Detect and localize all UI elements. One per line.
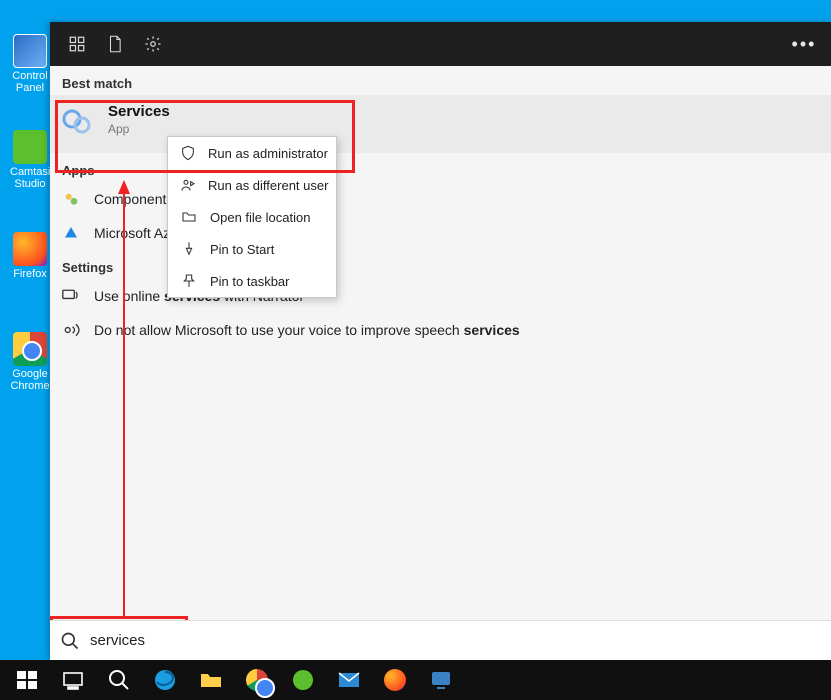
desktop-icon-control-panel[interactable]: Control Panel <box>10 34 50 94</box>
services-icon <box>60 105 94 139</box>
ellipsis-icon: ••• <box>792 34 817 55</box>
panel-filter-documents-button[interactable] <box>96 25 134 63</box>
task-view-icon <box>61 668 85 692</box>
firefox-icon <box>13 232 47 266</box>
desktop-icon-label: Control Panel <box>10 70 50 94</box>
taskbar-edge[interactable] <box>142 660 188 700</box>
speech-icon <box>60 319 82 341</box>
setting-result-speech[interactable]: Do not allow Microsoft to use your voice… <box>50 313 831 347</box>
pin-start-icon <box>180 240 198 258</box>
best-match-label: Best match <box>50 66 831 95</box>
ctx-pin-start[interactable]: Pin to Start <box>168 233 336 265</box>
search-icon <box>60 631 80 651</box>
ctx-item-label: Run as administrator <box>208 146 328 161</box>
search-input[interactable] <box>90 632 821 649</box>
ctx-run-as-user[interactable]: Run as different user <box>168 169 336 201</box>
search-box[interactable] <box>50 620 831 660</box>
panel-top-bar: ••• <box>50 22 831 66</box>
taskbar-explorer[interactable] <box>188 660 234 700</box>
ctx-item-label: Run as different user <box>208 178 328 193</box>
ctx-open-location[interactable]: Open file location <box>168 201 336 233</box>
ctx-item-label: Open file location <box>210 210 310 225</box>
ctx-item-label: Pin to Start <box>210 242 274 257</box>
folder-icon <box>180 208 198 226</box>
chrome-icon <box>246 669 268 691</box>
component-services-icon <box>60 188 82 210</box>
folder-icon <box>199 668 223 692</box>
mail-icon <box>337 668 361 692</box>
desktop-icon-firefox[interactable]: Firefox <box>10 232 50 280</box>
user-run-icon <box>180 176 196 194</box>
taskbar-mail[interactable] <box>326 660 372 700</box>
pin-taskbar-icon <box>180 272 198 290</box>
desktop-icon-camtasia[interactable]: Camtasia Studio <box>10 130 50 190</box>
desktop-icon-chrome[interactable]: Google Chrome <box>10 332 50 392</box>
narrator-icon <box>60 285 82 307</box>
edge-icon <box>153 668 177 692</box>
windows-icon <box>15 668 39 692</box>
best-match-subtitle: App <box>108 122 170 136</box>
panel-settings-button[interactable] <box>134 25 172 63</box>
taskbar-chrome[interactable] <box>234 660 280 700</box>
firefox-icon <box>384 669 406 691</box>
search-panel: ••• Best match Services App Apps Compone… <box>50 22 831 660</box>
desktop-icon-label: Firefox <box>10 268 50 280</box>
search-icon <box>107 668 131 692</box>
desktop-icon-label: Camtasia Studio <box>10 166 50 190</box>
document-icon <box>107 35 123 53</box>
camtasia-icon <box>13 130 47 164</box>
control-panel-icon <box>13 34 47 68</box>
desktop-icon-label: Google Chrome <box>10 368 50 392</box>
vm-icon <box>429 668 453 692</box>
taskbar-vm[interactable] <box>418 660 464 700</box>
gear-icon <box>144 35 162 53</box>
shield-icon <box>180 144 196 162</box>
taskbar-firefox[interactable] <box>372 660 418 700</box>
ctx-pin-taskbar[interactable]: Pin to taskbar <box>168 265 336 297</box>
green-app-icon <box>291 668 315 692</box>
ctx-run-as-admin[interactable]: Run as administrator <box>168 137 336 169</box>
panel-filter-all-button[interactable] <box>58 25 96 63</box>
taskbar <box>0 660 831 700</box>
ctx-item-label: Pin to taskbar <box>210 274 290 289</box>
setting-result-text: Do not allow Microsoft to use your voice… <box>94 322 520 338</box>
apps-grid-icon <box>68 35 86 53</box>
best-match-title: Services <box>108 103 170 120</box>
azure-icon <box>60 222 82 244</box>
context-menu: Run as administrator Run as different us… <box>167 136 337 298</box>
taskbar-search-button[interactable] <box>96 660 142 700</box>
desktop: Control Panel Camtasia Studio Firefox Go… <box>0 0 50 660</box>
panel-more-button[interactable]: ••• <box>785 25 823 63</box>
chrome-icon <box>13 332 47 366</box>
taskbar-app-green[interactable] <box>280 660 326 700</box>
start-button[interactable] <box>4 660 50 700</box>
task-view-button[interactable] <box>50 660 96 700</box>
